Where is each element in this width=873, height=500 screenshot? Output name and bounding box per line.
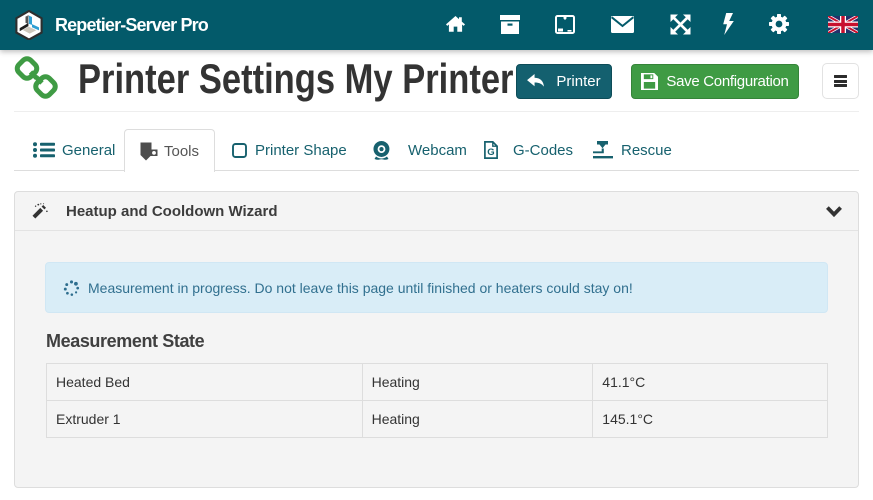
svg-text:G: G (487, 147, 494, 158)
